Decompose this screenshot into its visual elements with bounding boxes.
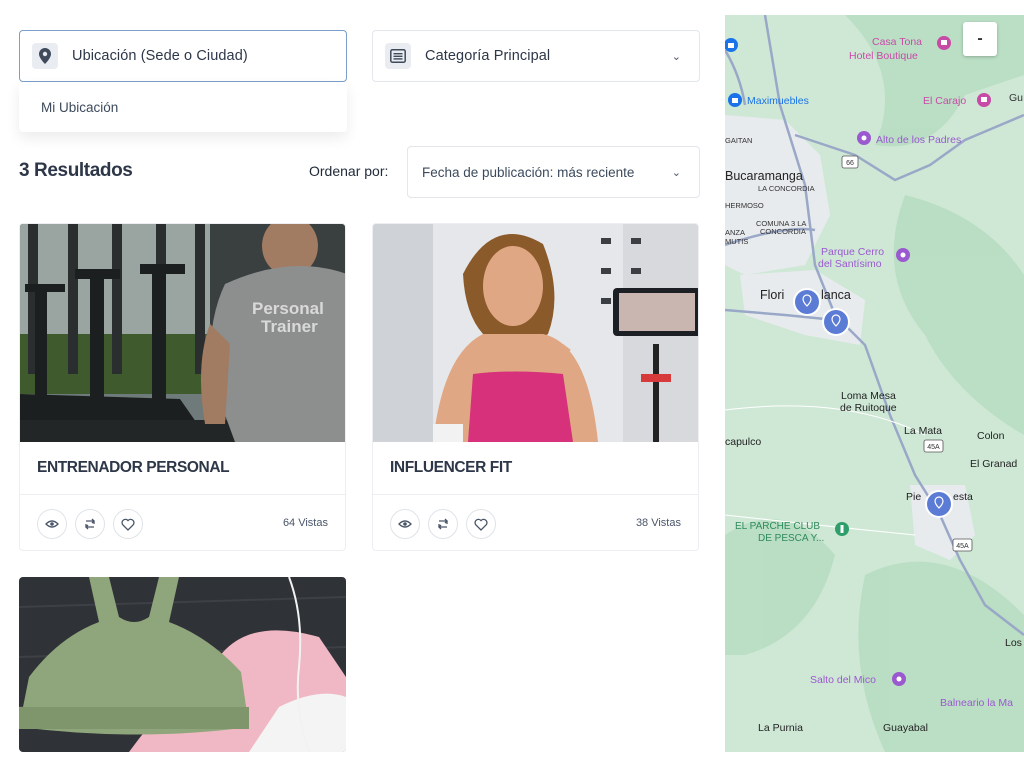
favorite-button[interactable] (466, 509, 496, 539)
eye-icon (45, 520, 59, 528)
map-label: Alto de los Padres (876, 134, 961, 146)
listing-card[interactable]: Personal Trainer ENTRENADOR PERSONAL 64 … (19, 223, 346, 551)
map-label: Colon (977, 430, 1005, 442)
map-label: de Ruitoque (840, 402, 897, 414)
repeat-icon (438, 518, 448, 530)
poi-icon[interactable] (937, 36, 951, 50)
listing-photo[interactable]: Personal Trainer (20, 224, 345, 442)
sort-label: Ordenar por: (309, 163, 389, 179)
category-filter[interactable]: Categoría Principal ⌄ (372, 30, 700, 82)
poi-icon[interactable] (977, 93, 991, 107)
location-filter[interactable]: Ubicación (Sede o Ciudad) (19, 30, 347, 82)
map-label: Balneario la Ma (940, 697, 1013, 709)
sort-select[interactable]: Fecha de publicación: más reciente ⌄ (407, 146, 700, 198)
map-label: Pie (906, 491, 921, 503)
view-button[interactable] (37, 509, 67, 539)
map-label: Bucaramanga (725, 169, 803, 183)
listing-map-pin[interactable] (793, 288, 821, 316)
map-label: EL PARCHE CLUB (735, 521, 820, 532)
category-filter-label: Categoría Principal (425, 48, 551, 64)
view-button[interactable] (390, 509, 420, 539)
map-label: Casa Tona (872, 36, 922, 48)
map-label: esta (953, 491, 973, 503)
dropdown-option-my-location[interactable]: Mi Ubicación (41, 100, 118, 115)
map-label: La Mata (904, 425, 942, 437)
park-icon[interactable] (835, 522, 849, 536)
svg-text:45A: 45A (956, 543, 969, 550)
chevron-down-icon: ⌄ (671, 50, 681, 63)
map-label: La Purnia (758, 722, 803, 734)
map-label: MUTIS (725, 237, 748, 246)
map-canvas[interactable]: 66 45A 45A Casa Tona Hotel Boutique Maxi… (725, 15, 1024, 752)
map-label: Loma Mesa (841, 390, 896, 402)
road-shield: 45A (923, 439, 944, 453)
map-label: Gu (1009, 92, 1023, 104)
views-count: 64 Vistas (282, 517, 328, 529)
map-label: HERMOSO (725, 201, 764, 210)
shirt-text-line-1: Personal (252, 299, 324, 318)
map-label: Maximuebles (747, 95, 809, 107)
map-label: GAITAN (725, 136, 752, 145)
location-filter-label: Ubicación (Sede o Ciudad) (72, 48, 248, 64)
map-label: El Granad (970, 458, 1017, 470)
map-label: Guayabal (883, 722, 928, 734)
svg-text:66: 66 (846, 160, 854, 167)
chevron-down-icon: ⌄ (671, 166, 681, 179)
map-label: DE PESCA Y... (758, 533, 824, 544)
camera-icon[interactable] (892, 672, 906, 686)
map-label: del Santísimo (818, 258, 882, 270)
map-label: lanca (821, 288, 851, 302)
share-button[interactable] (428, 509, 458, 539)
road-shield: 66 (841, 155, 859, 169)
card-divider (20, 494, 345, 495)
heart-icon (121, 518, 135, 531)
sort-value: Fecha de publicación: más reciente (422, 164, 635, 180)
list-icon (385, 43, 411, 69)
listing-title[interactable]: ENTRENADOR PERSONAL (37, 459, 230, 477)
map-label: capulco (725, 436, 761, 448)
map-label: Los (1005, 637, 1022, 649)
location-dropdown: Mi Ubicación (19, 82, 347, 132)
eye-icon (398, 520, 412, 528)
map-label: ANZA (725, 228, 745, 237)
heart-icon (474, 518, 488, 531)
views-count: 38 Vistas (635, 517, 681, 529)
favorite-button[interactable] (113, 509, 143, 539)
map-label: Parque Cerro (821, 246, 884, 258)
listing-card[interactable] (19, 577, 346, 752)
location-pin-icon (32, 43, 58, 69)
map-label: Salto del Mico (810, 674, 876, 686)
results-map[interactable]: 66 45A 45A Casa Tona Hotel Boutique Maxi… (725, 15, 1024, 752)
map-label: Flori (760, 288, 784, 302)
listing-title[interactable]: INFLUENCER FIT (390, 459, 512, 477)
camera-icon[interactable] (857, 131, 871, 145)
svg-text:45A: 45A (927, 444, 940, 451)
camera-icon[interactable] (896, 248, 910, 262)
results-count: 3 Resultados (19, 160, 133, 181)
shirt-text-line-2: Trainer (261, 317, 318, 336)
listing-map-pin[interactable] (925, 490, 953, 518)
map-label: Hotel Boutique (849, 50, 918, 62)
share-button[interactable] (75, 509, 105, 539)
listing-map-pin[interactable] (822, 308, 850, 336)
listing-photo[interactable] (373, 224, 698, 442)
shopping-bag-icon[interactable] (728, 93, 742, 107)
map-label: El Carajo (923, 95, 966, 107)
map-label: LA CONCORDIA (758, 184, 815, 193)
map-label: CONCORDIA (760, 227, 806, 236)
listing-card[interactable]: INFLUENCER FIT 38 Vistas (372, 223, 699, 551)
listing-photo[interactable] (19, 577, 346, 752)
repeat-icon (85, 518, 95, 530)
road-shield: 45A (952, 538, 973, 552)
card-divider (373, 494, 698, 495)
zoom-out-button[interactable]: - (963, 22, 997, 56)
